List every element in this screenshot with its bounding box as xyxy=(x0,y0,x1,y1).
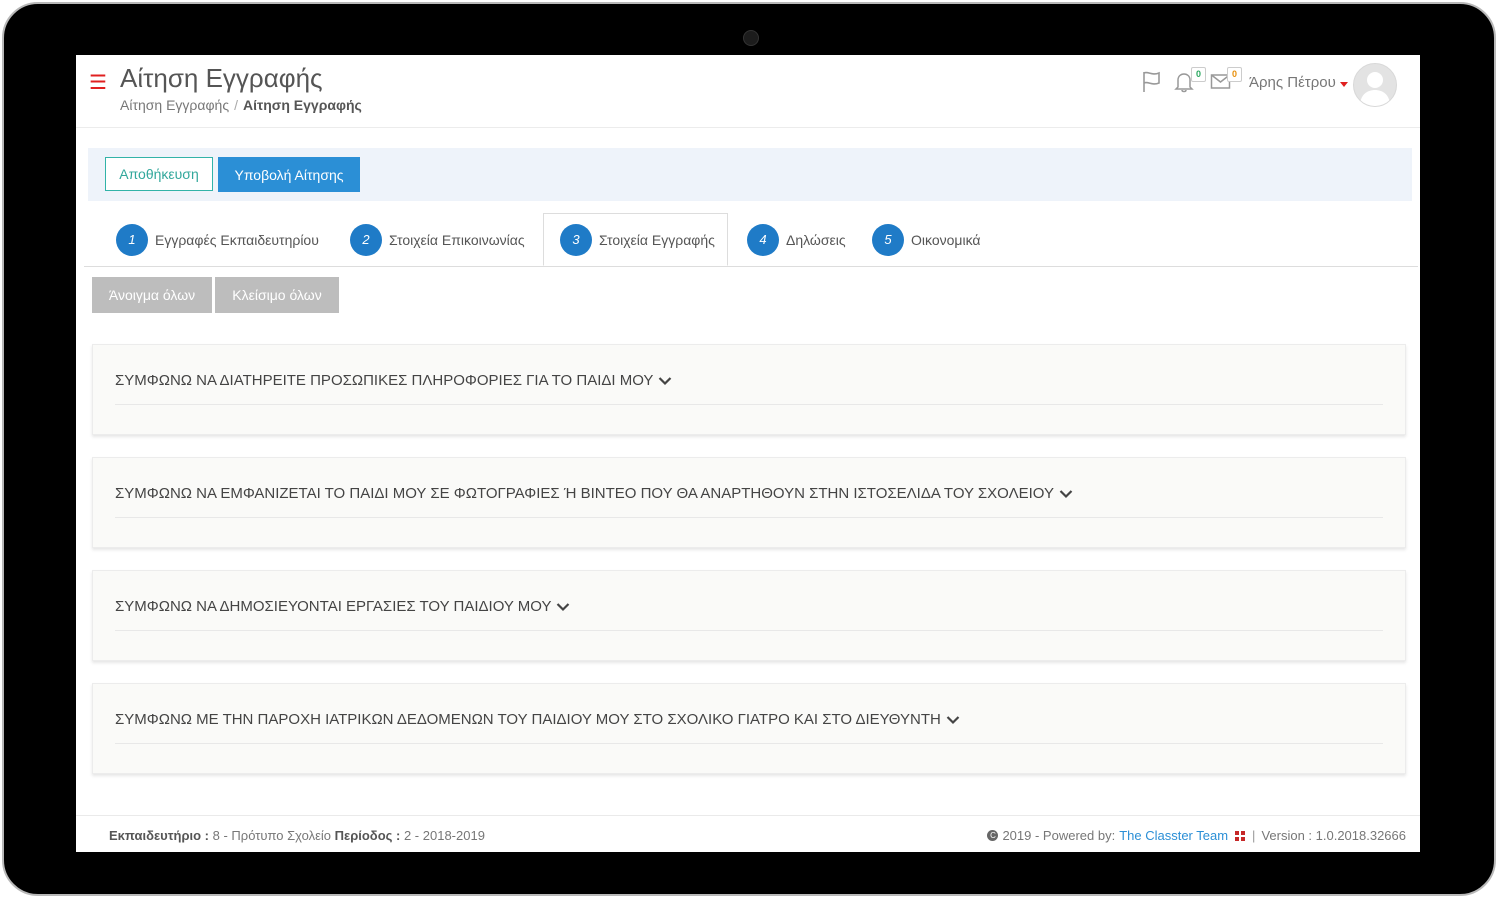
save-button[interactable]: Αποθήκευση xyxy=(105,157,213,191)
panel-divider xyxy=(115,743,1383,744)
user-caret-icon[interactable] xyxy=(1340,82,1348,87)
footer-school-label: Εκπαιδευτήριο : xyxy=(109,828,210,843)
panel-title: ΣΥΜΦΩΝΩ ΝΑ ΔΙΑΤΗΡΕΙΤΕ ΠΡΟΣΩΠΙΚΕΣ ΠΛΗΡΟΦΟ… xyxy=(115,372,654,389)
panel-divider xyxy=(115,630,1383,631)
tab-step-number: 1 xyxy=(116,223,148,256)
user-name[interactable]: Άρης Πέτρου xyxy=(1249,74,1336,91)
breadcrumb-current: Αίτηση Εγγραφής xyxy=(242,97,362,113)
flag-icon[interactable] xyxy=(1142,71,1168,95)
copyright-icon: C xyxy=(987,830,999,841)
chevron-down-icon xyxy=(946,715,960,724)
footer-credits: C 2019 - Powered by: The Classter Team |… xyxy=(987,828,1406,843)
tab-contact-details[interactable]: 2 Στοιχεία Επικοινωνίας xyxy=(350,213,525,266)
envelope-icon[interactable]: 0 xyxy=(1210,67,1242,95)
panel-divider xyxy=(115,404,1383,405)
page-footer: Εκπαιδευτήριο : 8 - Πρότυπο Σχολείο Περί… xyxy=(76,815,1420,852)
footer-period-value: 2 - 2018-2019 xyxy=(403,828,485,843)
footer-context: Εκπαιδευτήριο : 8 - Πρότυπο Σχολείο Περί… xyxy=(109,828,485,843)
panel-toggle[interactable]: ΣΥΜΦΩΝΩ ΜΕ ΤΗΝ ΠΑΡΟΧΗ ΙΑΤΡΙΚΩΝ ΔΕΔΟΜΕΝΩΝ… xyxy=(115,711,960,728)
breadcrumb: Αίτηση Εγγραφής / Αίτηση Εγγραφής xyxy=(120,97,362,113)
chevron-down-icon xyxy=(659,376,672,385)
tab-declarations[interactable]: 4 Δηλώσεις xyxy=(747,213,846,266)
tab-financials[interactable]: 5 Οικονομικά xyxy=(872,213,981,266)
tab-label: Στοιχεία Επικοινωνίας xyxy=(389,231,525,248)
footer-school-value: 8 - Πρότυπο Σχολείο xyxy=(212,828,332,843)
tab-step-number: 5 xyxy=(872,223,904,256)
hamburger-icon[interactable]: ☰ xyxy=(89,73,107,93)
consent-panel: ΣΥΜΦΩΝΩ ΝΑ ΕΜΦΑΝΙΖΕΤΑΙ ΤΟ ΠΑΙΔΙ ΜΟΥ ΣΕ Φ… xyxy=(92,457,1406,548)
wizard-tabs: 1 Εγγραφές Εκπαιδευτηρίου 2 Στοιχεία Επι… xyxy=(84,213,1418,267)
tab-label: Οικονομικά xyxy=(911,231,981,248)
breadcrumb-link[interactable]: Αίτηση Εγγραφής xyxy=(120,97,229,113)
submit-application-button[interactable]: Υποβολή Αίτησης xyxy=(218,157,360,192)
tab-step-number: 4 xyxy=(747,223,779,256)
expand-all-button[interactable]: Άνοιγμα όλων xyxy=(92,277,212,313)
bell-icon[interactable]: 0 xyxy=(1174,67,1206,95)
footer-version: Version : 1.0.2018.32666 xyxy=(1261,828,1406,843)
tab-label: Στοιχεία Εγγραφής xyxy=(599,231,715,248)
panel-toggle[interactable]: ΣΥΜΦΩΝΩ ΝΑ ΕΜΦΑΝΙΖΕΤΑΙ ΤΟ ΠΑΙΔΙ ΜΟΥ ΣΕ Φ… xyxy=(115,485,1073,502)
panel-title: ΣΥΜΦΩΝΩ ΝΑ ΕΜΦΑΝΙΖΕΤΑΙ ΤΟ ΠΑΙΔΙ ΜΟΥ ΣΕ Φ… xyxy=(115,485,1054,502)
classter-logo-icon xyxy=(1235,830,1246,841)
page-title: Αίτηση Εγγραφής xyxy=(120,63,323,93)
breadcrumb-separator: / xyxy=(234,97,238,113)
footer-period-label: Περίοδος : xyxy=(334,828,401,843)
tab-label: Εγγραφές Εκπαιδευτηρίου xyxy=(155,231,319,248)
panel-toggle[interactable]: ΣΥΜΦΩΝΩ ΝΑ ΔΙΑΤΗΡΕΙΤΕ ΠΡΟΣΩΠΙΚΕΣ ΠΛΗΡΟΦΟ… xyxy=(115,372,672,389)
panel-divider xyxy=(115,517,1383,518)
panel-title: ΣΥΜΦΩΝΩ ΜΕ ΤΗΝ ΠΑΡΟΧΗ ΙΑΤΡΙΚΩΝ ΔΕΔΟΜΕΝΩΝ… xyxy=(115,711,941,728)
footer-powered-link[interactable]: The Classter Team xyxy=(1119,828,1228,843)
consent-panel: ΣΥΜΦΩΝΩ ΝΑ ΔΗΜΟΣΙΕΥΟΝΤΑΙ ΕΡΓΑΣΙΕΣ ΤΟΥ ΠΑ… xyxy=(92,570,1406,661)
tab-label: Δηλώσεις xyxy=(786,231,846,248)
camera-icon xyxy=(743,30,759,46)
chevron-down-icon xyxy=(1059,489,1073,498)
footer-separator: | xyxy=(1252,828,1256,843)
panel-title: ΣΥΜΦΩΝΩ ΝΑ ΔΗΜΟΣΙΕΥΟΝΤΑΙ ΕΡΓΑΣΙΕΣ ΤΟΥ ΠΑ… xyxy=(115,598,552,615)
app-screen: ☰ Αίτηση Εγγραφής Αίτηση Εγγραφής / Αίτηση… xyxy=(76,55,1420,852)
messages-badge: 0 xyxy=(1227,67,1242,82)
tab-registration-details[interactable]: 3 Στοιχεία Εγγραφής xyxy=(543,213,728,266)
consent-panel: ΣΥΜΦΩΝΩ ΝΑ ΔΙΑΤΗΡΕΙΤΕ ΠΡΟΣΩΠΙΚΕΣ ΠΛΗΡΟΦΟ… xyxy=(92,344,1406,435)
avatar-icon[interactable] xyxy=(1353,63,1397,107)
tab-school-registrations[interactable]: 1 Εγγραφές Εκπαιδευτηρίου xyxy=(116,213,319,266)
notifications-badge: 0 xyxy=(1191,67,1206,82)
tab-step-number: 3 xyxy=(560,223,592,256)
footer-powered-text: 2019 - Powered by: xyxy=(1002,828,1116,843)
collapse-all-button[interactable]: Κλείσιμο όλων xyxy=(215,277,339,313)
tab-step-number: 2 xyxy=(350,223,382,256)
panel-toggle[interactable]: ΣΥΜΦΩΝΩ ΝΑ ΔΗΜΟΣΙΕΥΟΝΤΑΙ ΕΡΓΑΣΙΕΣ ΤΟΥ ΠΑ… xyxy=(115,598,570,615)
page-header: ☰ Αίτηση Εγγραφής Αίτηση Εγγραφής / Αίτηση… xyxy=(76,55,1420,128)
chevron-down-icon xyxy=(557,602,570,611)
action-bar: Αποθήκευση Υποβολή Αίτησης xyxy=(88,148,1412,201)
consent-panel: ΣΥΜΦΩΝΩ ΜΕ ΤΗΝ ΠΑΡΟΧΗ ΙΑΤΡΙΚΩΝ ΔΕΔΟΜΕΝΩΝ… xyxy=(92,683,1406,774)
